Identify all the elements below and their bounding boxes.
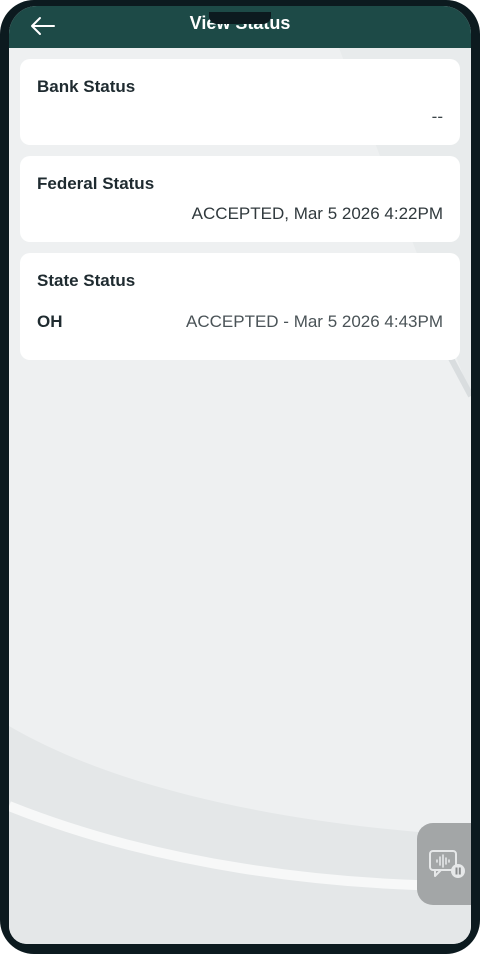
federal-status-value: ACCEPTED, Mar 5 2026 4:22PM	[191, 204, 443, 223]
state-status-value: ACCEPTED - Mar 5 2026 4:43PM	[186, 312, 443, 331]
voice-chat-icon	[429, 850, 465, 878]
federal-status-title: Federal Status	[37, 174, 155, 193]
top-app-bar: View Status	[9, 6, 471, 48]
voice-chat-button[interactable]	[417, 823, 471, 905]
state-status-title: State Status	[37, 271, 136, 290]
bank-status-card: Bank Status --	[20, 59, 460, 145]
phone-frame: View Status Bank Status -- Federal Statu…	[0, 0, 480, 954]
bank-status-title: Bank Status	[37, 77, 136, 96]
background-swoosh	[9, 48, 471, 944]
screen: View Status Bank Status -- Federal Statu…	[9, 6, 471, 944]
state-status-card: State Status OH ACCEPTED - Mar 5 2026 4:…	[20, 253, 460, 360]
state-code: OH	[37, 312, 63, 331]
camera-notch	[209, 12, 271, 24]
bank-status-value: --	[431, 107, 443, 126]
federal-status-card: Federal Status ACCEPTED, Mar 5 2026 4:22…	[20, 156, 460, 242]
